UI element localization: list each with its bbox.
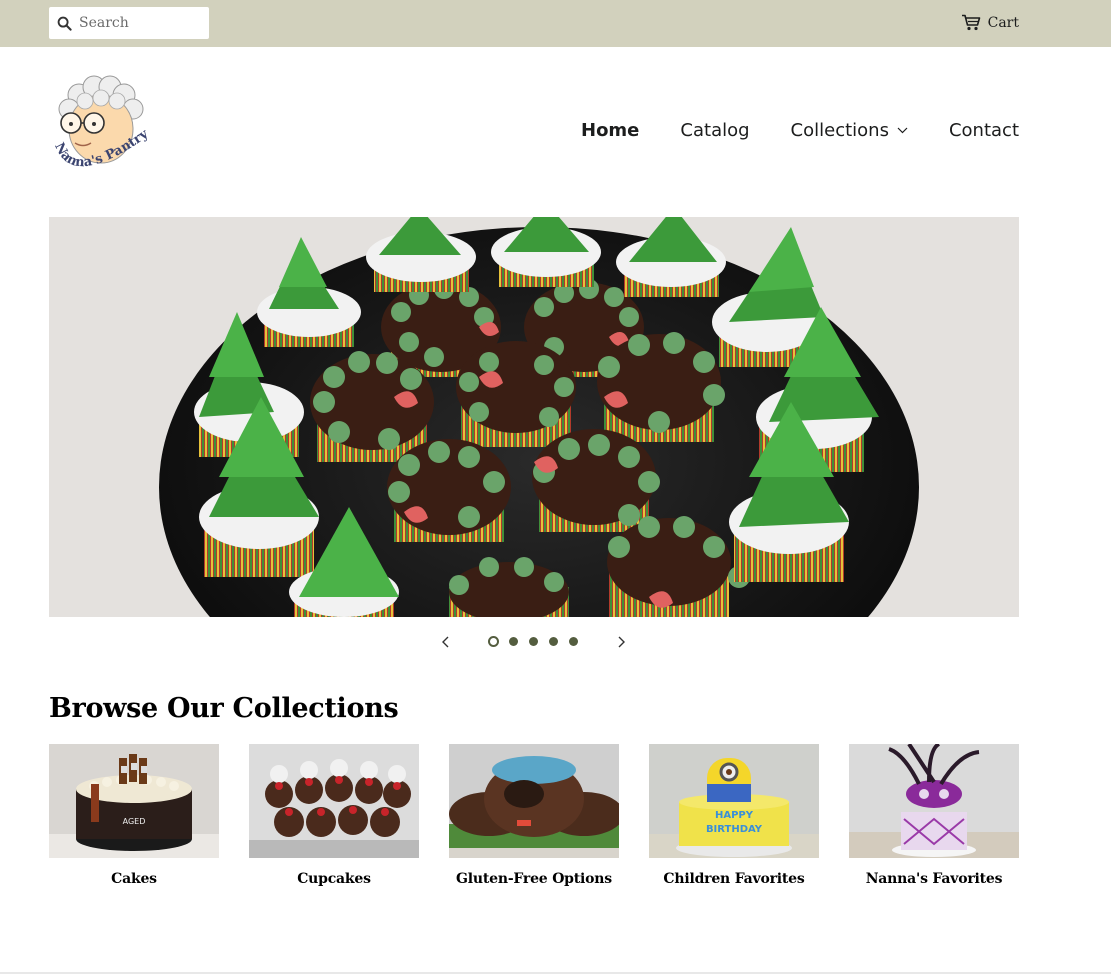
collections-heading: Browse Our Collections [49,693,399,724]
search-icon[interactable] [57,16,72,31]
nav-catalog[interactable]: Catalog [680,120,749,141]
nav-home[interactable]: Home [581,120,639,141]
collection-image-cupcakes[interactable] [249,744,419,858]
collection-card-nannas-favorites[interactable]: Nanna's Favorites [849,744,1019,887]
collection-card-gluten-free[interactable]: Gluten-Free Options [449,744,619,887]
svg-text:BIRTHDAY: BIRTHDAY [706,824,763,835]
collection-label-children-favorites[interactable]: Children Favorites [649,871,819,887]
svg-text:AGED: AGED [123,817,146,826]
collection-image-gluten-free[interactable] [449,744,619,858]
collection-label-cakes[interactable]: Cakes [49,871,219,887]
collection-card-cupcakes[interactable]: Cupcakes [249,744,419,887]
slide-dot-1[interactable] [488,636,499,647]
cart-icon [961,14,980,31]
search-input[interactable] [79,15,199,31]
cart-link[interactable]: Cart [961,14,1019,31]
nav-contact[interactable]: Contact [949,120,1019,141]
slide-dot-3[interactable] [529,637,538,646]
collection-image-children-favorites[interactable]: HAPPY BIRTHDAY [649,744,819,858]
cart-label: Cart [987,14,1019,31]
search-box[interactable] [49,7,209,39]
collection-image-nannas-favorites[interactable] [849,744,1019,858]
slide-dot-4[interactable] [549,637,558,646]
site-logo[interactable]: Nanna's Pantry [49,73,153,189]
chevron-left-icon[interactable] [439,634,453,650]
collection-image-cakes[interactable]: AGED [49,744,219,858]
hero-slide-image[interactable] [49,217,1019,617]
chevron-right-icon[interactable] [614,634,628,650]
announcement-bar: Cart [0,0,1111,47]
main-nav: Home Catalog Collections Contact [540,120,1019,141]
nav-collections-label: Collections [790,120,889,141]
collection-label-gluten-free[interactable]: Gluten-Free Options [449,871,619,887]
slide-dot-2[interactable] [509,637,518,646]
nav-collections[interactable]: Collections [791,120,908,141]
slideshow-controls [0,632,1068,652]
collection-card-cakes[interactable]: AGED Cakes [49,744,219,887]
collection-card-children-favorites[interactable]: HAPPY BIRTHDAY Children Favorites [649,744,819,887]
collection-label-nannas-favorites[interactable]: Nanna's Favorites [849,871,1019,887]
slide-dot-5[interactable] [569,637,578,646]
collection-label-cupcakes[interactable]: Cupcakes [249,871,419,887]
chevron-down-icon [897,127,908,134]
svg-text:HAPPY: HAPPY [715,810,754,821]
